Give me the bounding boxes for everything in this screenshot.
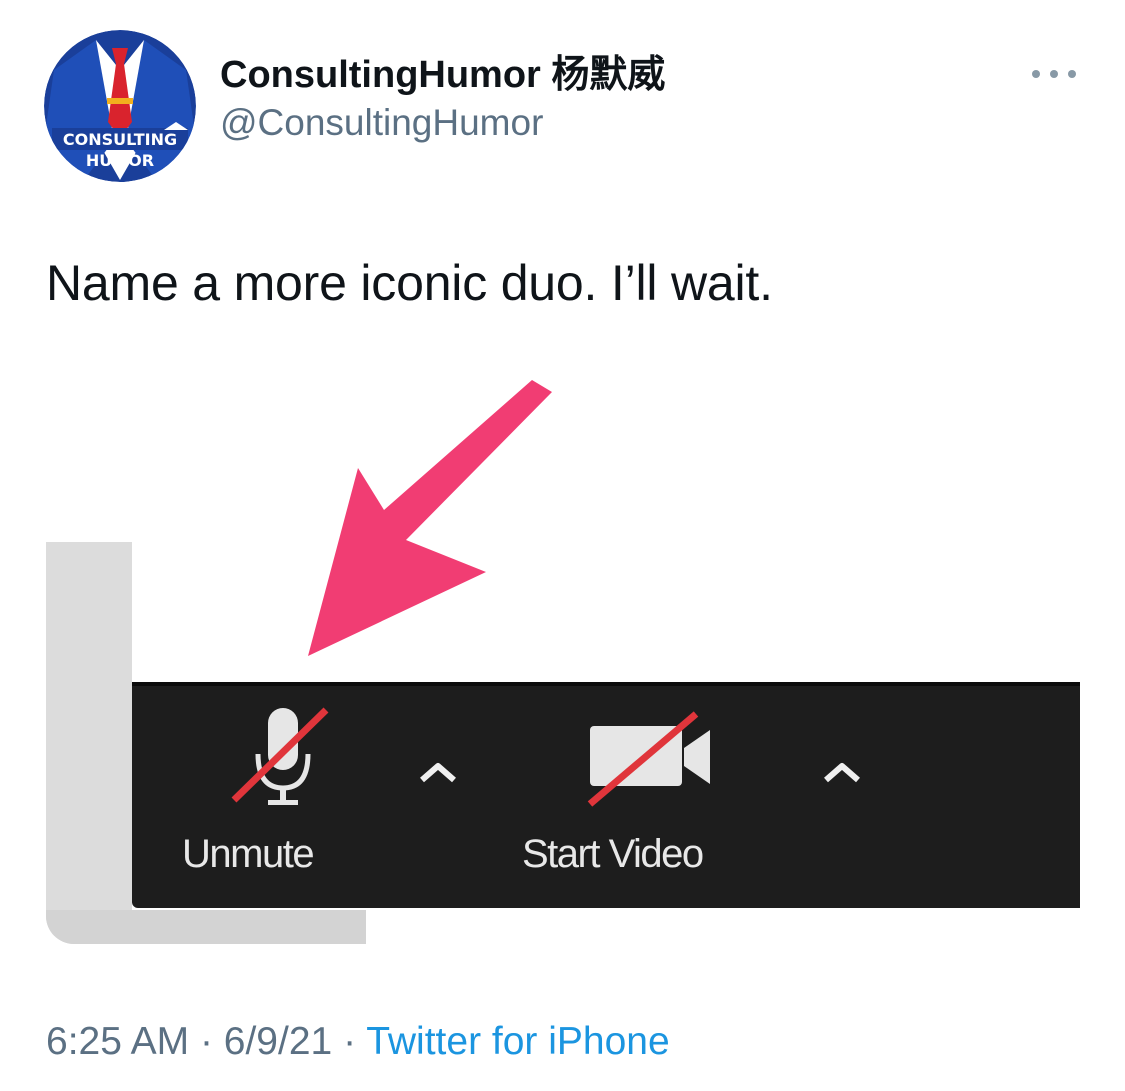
- meta-separator: ·: [343, 1020, 357, 1063]
- tweet-source-link[interactable]: Twitter for iPhone: [366, 1020, 669, 1063]
- consulting-humor-logo: CONSULTING HUMOR: [44, 30, 196, 182]
- tweet-time[interactable]: 6:25 AM: [46, 1020, 189, 1063]
- more-options-icon[interactable]: [1028, 64, 1080, 84]
- avatar[interactable]: CONSULTING HUMOR: [44, 30, 196, 182]
- tweet-author: ConsultingHumor 杨默威 @ConsultingHumor: [220, 52, 665, 146]
- tweet-date[interactable]: 6/9/21: [224, 1020, 332, 1063]
- meta-separator: ·: [199, 1020, 213, 1063]
- author-handle[interactable]: @ConsultingHumor: [220, 100, 665, 146]
- author-display-name[interactable]: ConsultingHumor 杨默威: [220, 52, 665, 98]
- tweet-meta: 6:25 AM · 6/9/21 · Twitter for iPhone: [46, 1018, 670, 1066]
- tweet-text: Name a more iconic duo. I’ll wait.: [46, 255, 773, 311]
- svg-text:HUMOR: HUMOR: [86, 151, 154, 170]
- svg-text:CONSULTING: CONSULTING: [63, 130, 177, 149]
- pink-arrow-icon: [308, 380, 552, 656]
- tweet-media-image[interactable]: Unmute Start Video: [46, 372, 1080, 944]
